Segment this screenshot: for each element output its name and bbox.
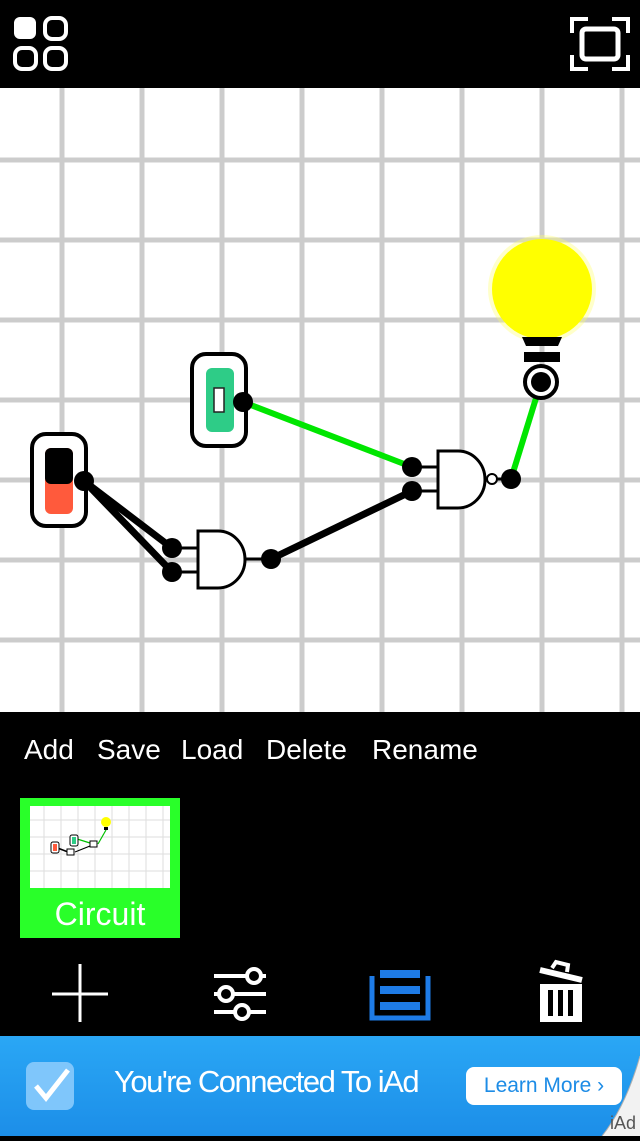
saved-circuit-card[interactable]: Circuit	[20, 798, 180, 938]
circuit-drawing[interactable]	[0, 88, 640, 712]
add-menu-item[interactable]: Add	[24, 734, 74, 766]
ad-banner[interactable]: You're Connected To iAd Learn More › iAd	[0, 1036, 640, 1137]
delete-menu-item[interactable]: Delete	[266, 734, 347, 766]
light-bulb[interactable]	[488, 235, 596, 400]
plus-icon[interactable]	[50, 956, 110, 1028]
circuit-canvas[interactable]	[0, 88, 640, 712]
switch-on[interactable]	[190, 352, 253, 448]
fullscreen-icon[interactable]	[570, 17, 630, 71]
bottom-toolbar	[0, 952, 640, 1036]
grid-menu-icon[interactable]	[12, 15, 68, 71]
checkmark-icon	[26, 1062, 74, 1110]
file-menu: Add Save Load Delete Rename	[0, 712, 640, 792]
iad-tag: iAd	[609, 1113, 636, 1133]
trash-icon[interactable]	[534, 956, 588, 1028]
saved-circuit-label: Circuit	[54, 896, 146, 932]
sliders-icon[interactable]	[212, 956, 268, 1028]
load-menu-item[interactable]: Load	[181, 734, 243, 766]
stack-icon[interactable]	[368, 956, 432, 1028]
top-bar	[0, 0, 640, 88]
ad-corner-curl: iAd	[590, 1036, 640, 1137]
wire-and-to-nand[interactable]	[269, 487, 414, 563]
saved-circuits-list: Circuit	[0, 792, 640, 952]
switch-off[interactable]	[30, 432, 94, 528]
circuit-thumbnail	[30, 806, 170, 888]
save-menu-item[interactable]: Save	[97, 734, 161, 766]
ad-text: You're Connected To iAd	[114, 1064, 420, 1099]
wire-switch-on-to-nand[interactable]	[241, 399, 414, 470]
rename-menu-item[interactable]: Rename	[372, 734, 478, 766]
grid	[0, 88, 640, 712]
